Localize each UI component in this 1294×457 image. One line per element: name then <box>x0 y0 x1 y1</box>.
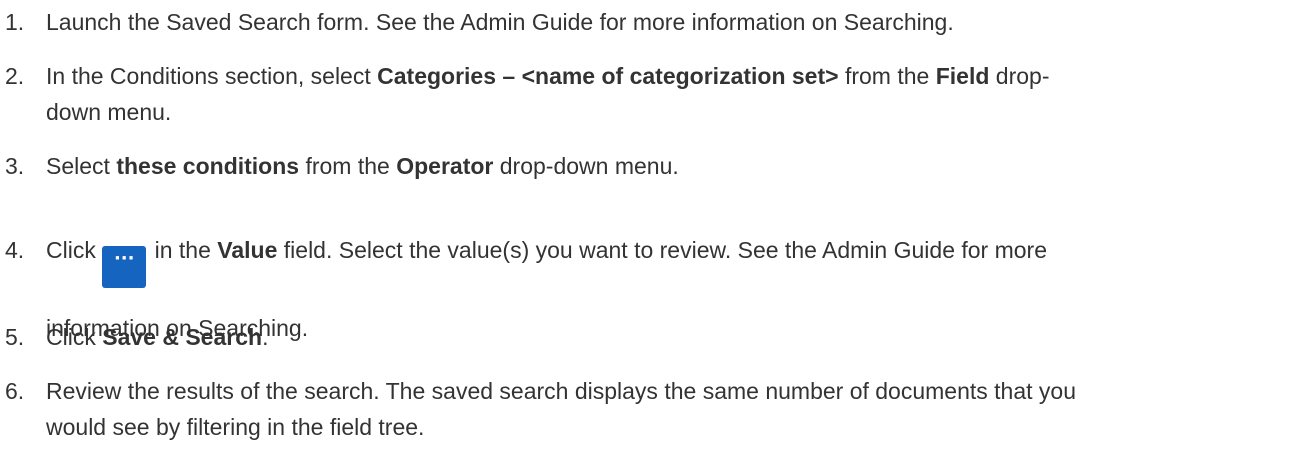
value-field-name: Value <box>217 237 278 263</box>
step-number: 1. <box>5 9 25 35</box>
step-number: 2. <box>5 63 25 89</box>
step-text: Review the results of the search. The sa… <box>46 378 1077 440</box>
categories-field-value: Categories – <name of categorization set… <box>377 63 839 89</box>
step-text: Select these conditions from the Operato… <box>46 153 679 179</box>
step-number: 3. <box>5 153 25 179</box>
step-number: 5. <box>5 324 25 350</box>
operator-value: these conditions <box>116 153 300 179</box>
save-search-button-name: Save & Search <box>102 324 263 350</box>
step-text: Click Save & Search. <box>46 324 269 350</box>
field-dropdown-name: Field <box>935 63 990 89</box>
ellipsis-button-icon: ··· <box>102 246 147 288</box>
step-text: Launch the Saved Search form. See the Ad… <box>46 9 954 35</box>
step-text: In the Conditions section, select Catego… <box>46 63 1050 125</box>
step-number: 4. <box>5 237 25 263</box>
operator-dropdown-name: Operator <box>396 153 494 179</box>
step-number: 6. <box>5 378 25 404</box>
